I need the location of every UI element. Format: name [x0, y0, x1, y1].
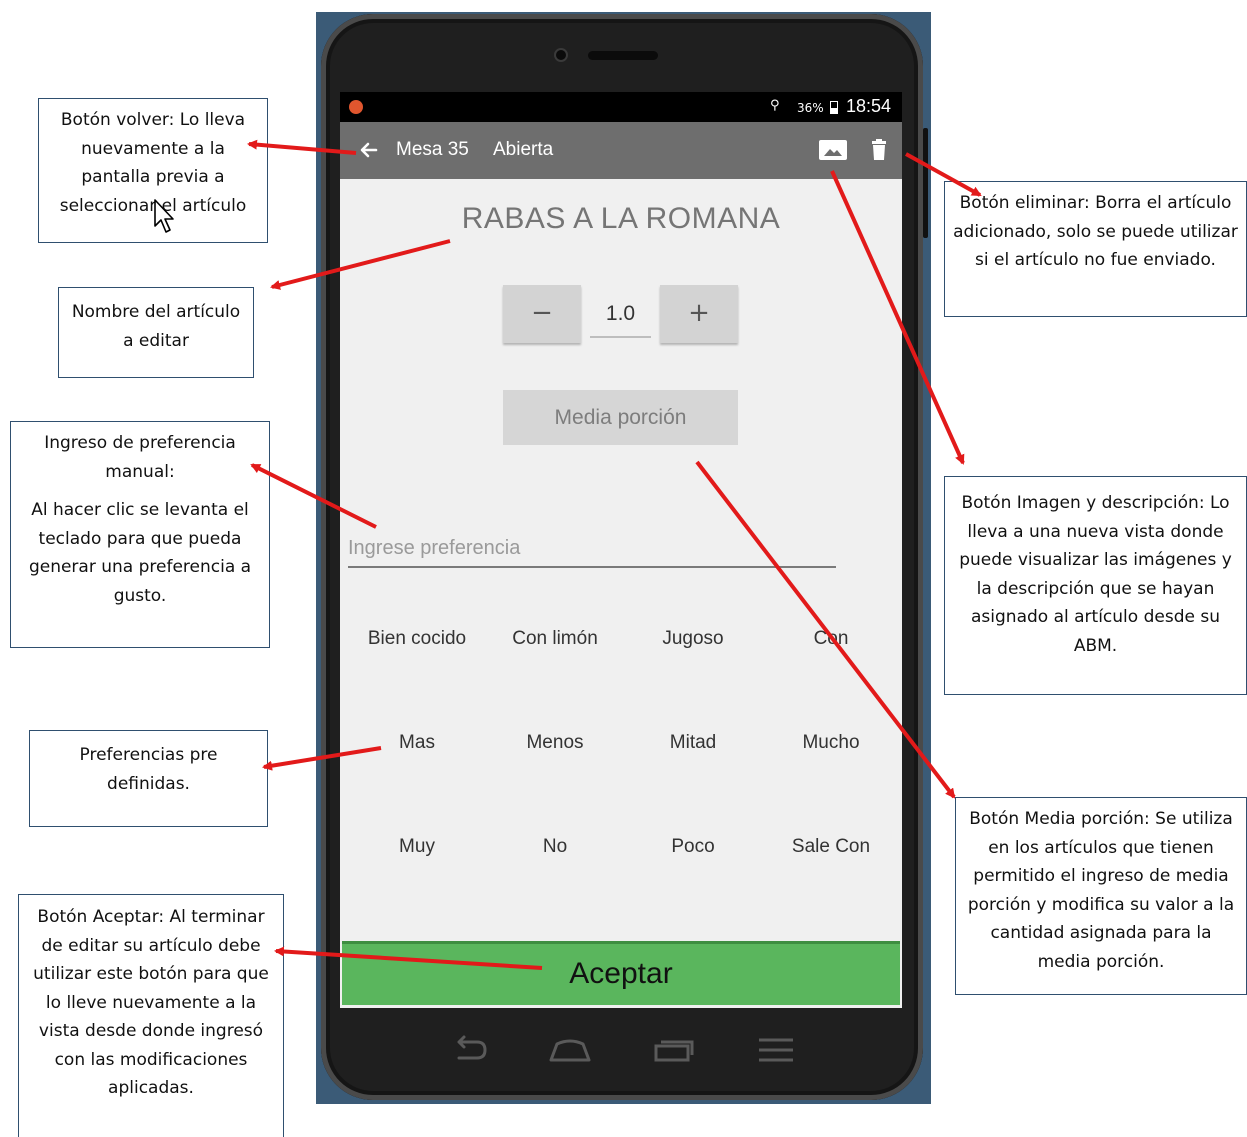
trash-icon [872, 139, 886, 160]
battery-percent: 36% [797, 101, 824, 115]
preference-input[interactable] [348, 530, 836, 568]
phone-screen: ⚲ 36% 18:54 Mesa 35 Abierta RABAS A LA R [340, 92, 902, 1008]
table-title: Mesa 35 [396, 139, 469, 160]
callout-delete-text: Botón eliminar: Borra el artículo adicio… [953, 193, 1238, 270]
callout-manual-preference: Ingreso de preferencia manual: Al hacer … [10, 421, 270, 648]
back-nav-icon[interactable] [445, 1032, 495, 1068]
image-icon [819, 140, 847, 160]
navigation-bar [340, 1008, 902, 1094]
arrow-left-icon [360, 142, 378, 158]
status-bar: ⚲ 36% 18:54 [340, 92, 902, 122]
preset-bien-cocido[interactable]: Bien cocido [348, 587, 486, 691]
callout-image-text: Botón Imagen y descripción: Lo lleva a u… [959, 493, 1232, 656]
callout-presets-text: Preferencias pre definidas. [79, 745, 218, 794]
app-bar: Mesa 35 Abierta [340, 122, 902, 179]
callout-presets: Preferencias pre definidas. [29, 730, 268, 827]
camera [554, 48, 568, 62]
callout-half-portion-text: Botón Media porción: Se utiliza en los a… [967, 809, 1235, 972]
accept-button[interactable]: Aceptar [342, 941, 900, 1005]
recents-icon[interactable] [648, 1032, 698, 1068]
callout-manual-body: Al hacer clic se levanta el teclado para… [28, 500, 252, 606]
preset-jugoso[interactable]: Jugoso [624, 587, 762, 691]
back-button[interactable] [354, 135, 384, 165]
callout-item-name: Nombre del artículo a editar [58, 287, 254, 378]
app-notification-icon [349, 100, 363, 114]
preset-muy[interactable]: Muy [348, 795, 486, 899]
menu-icon[interactable] [751, 1032, 801, 1068]
preset-preferences: Bien cocido Con limón Jugoso Con Mas Men… [348, 587, 900, 899]
signal-icon: ⚲ [770, 98, 780, 113]
quantity-increase-button[interactable]: + [660, 285, 738, 343]
status-time: 18:54 [846, 96, 892, 116]
quantity-decrease-button[interactable]: − [503, 285, 581, 343]
preset-mucho[interactable]: Mucho [762, 691, 900, 795]
speaker [588, 51, 658, 60]
preset-menos[interactable]: Menos [486, 691, 624, 795]
preset-no[interactable]: No [486, 795, 624, 899]
quantity-value[interactable]: 1.0 [590, 292, 651, 338]
callout-half-portion: Botón Media porción: Se utiliza en los a… [955, 797, 1247, 995]
battery-icon [830, 101, 838, 114]
preset-poco[interactable]: Poco [624, 795, 762, 899]
home-icon[interactable] [545, 1032, 595, 1068]
image-description-button[interactable] [816, 137, 850, 163]
callout-accept-text: Botón Aceptar: Al terminar de editar su … [33, 907, 269, 1098]
power-button [923, 128, 928, 238]
callout-item-name-text: Nombre del artículo a editar [71, 302, 241, 351]
preset-mas[interactable]: Mas [348, 691, 486, 795]
callout-manual-title: Ingreso de preferencia manual: [44, 433, 236, 482]
half-portion-button[interactable]: Media porción [503, 390, 738, 445]
preset-sale-con[interactable]: Sale Con [762, 795, 900, 899]
callout-accept: Botón Aceptar: Al terminar de editar su … [18, 894, 284, 1137]
preset-mitad[interactable]: Mitad [624, 691, 762, 795]
preset-con[interactable]: Con [762, 587, 900, 691]
item-name: RABAS A LA ROMANA [461, 202, 781, 235]
mouse-cursor-icon [154, 199, 174, 233]
callout-image: Botón Imagen y descripción: Lo lleva a u… [944, 476, 1247, 695]
delete-button[interactable] [864, 135, 894, 165]
callout-delete: Botón eliminar: Borra el artículo adicio… [944, 181, 1247, 317]
preset-con-limon[interactable]: Con limón [486, 587, 624, 691]
table-status: Abierta [493, 139, 554, 160]
